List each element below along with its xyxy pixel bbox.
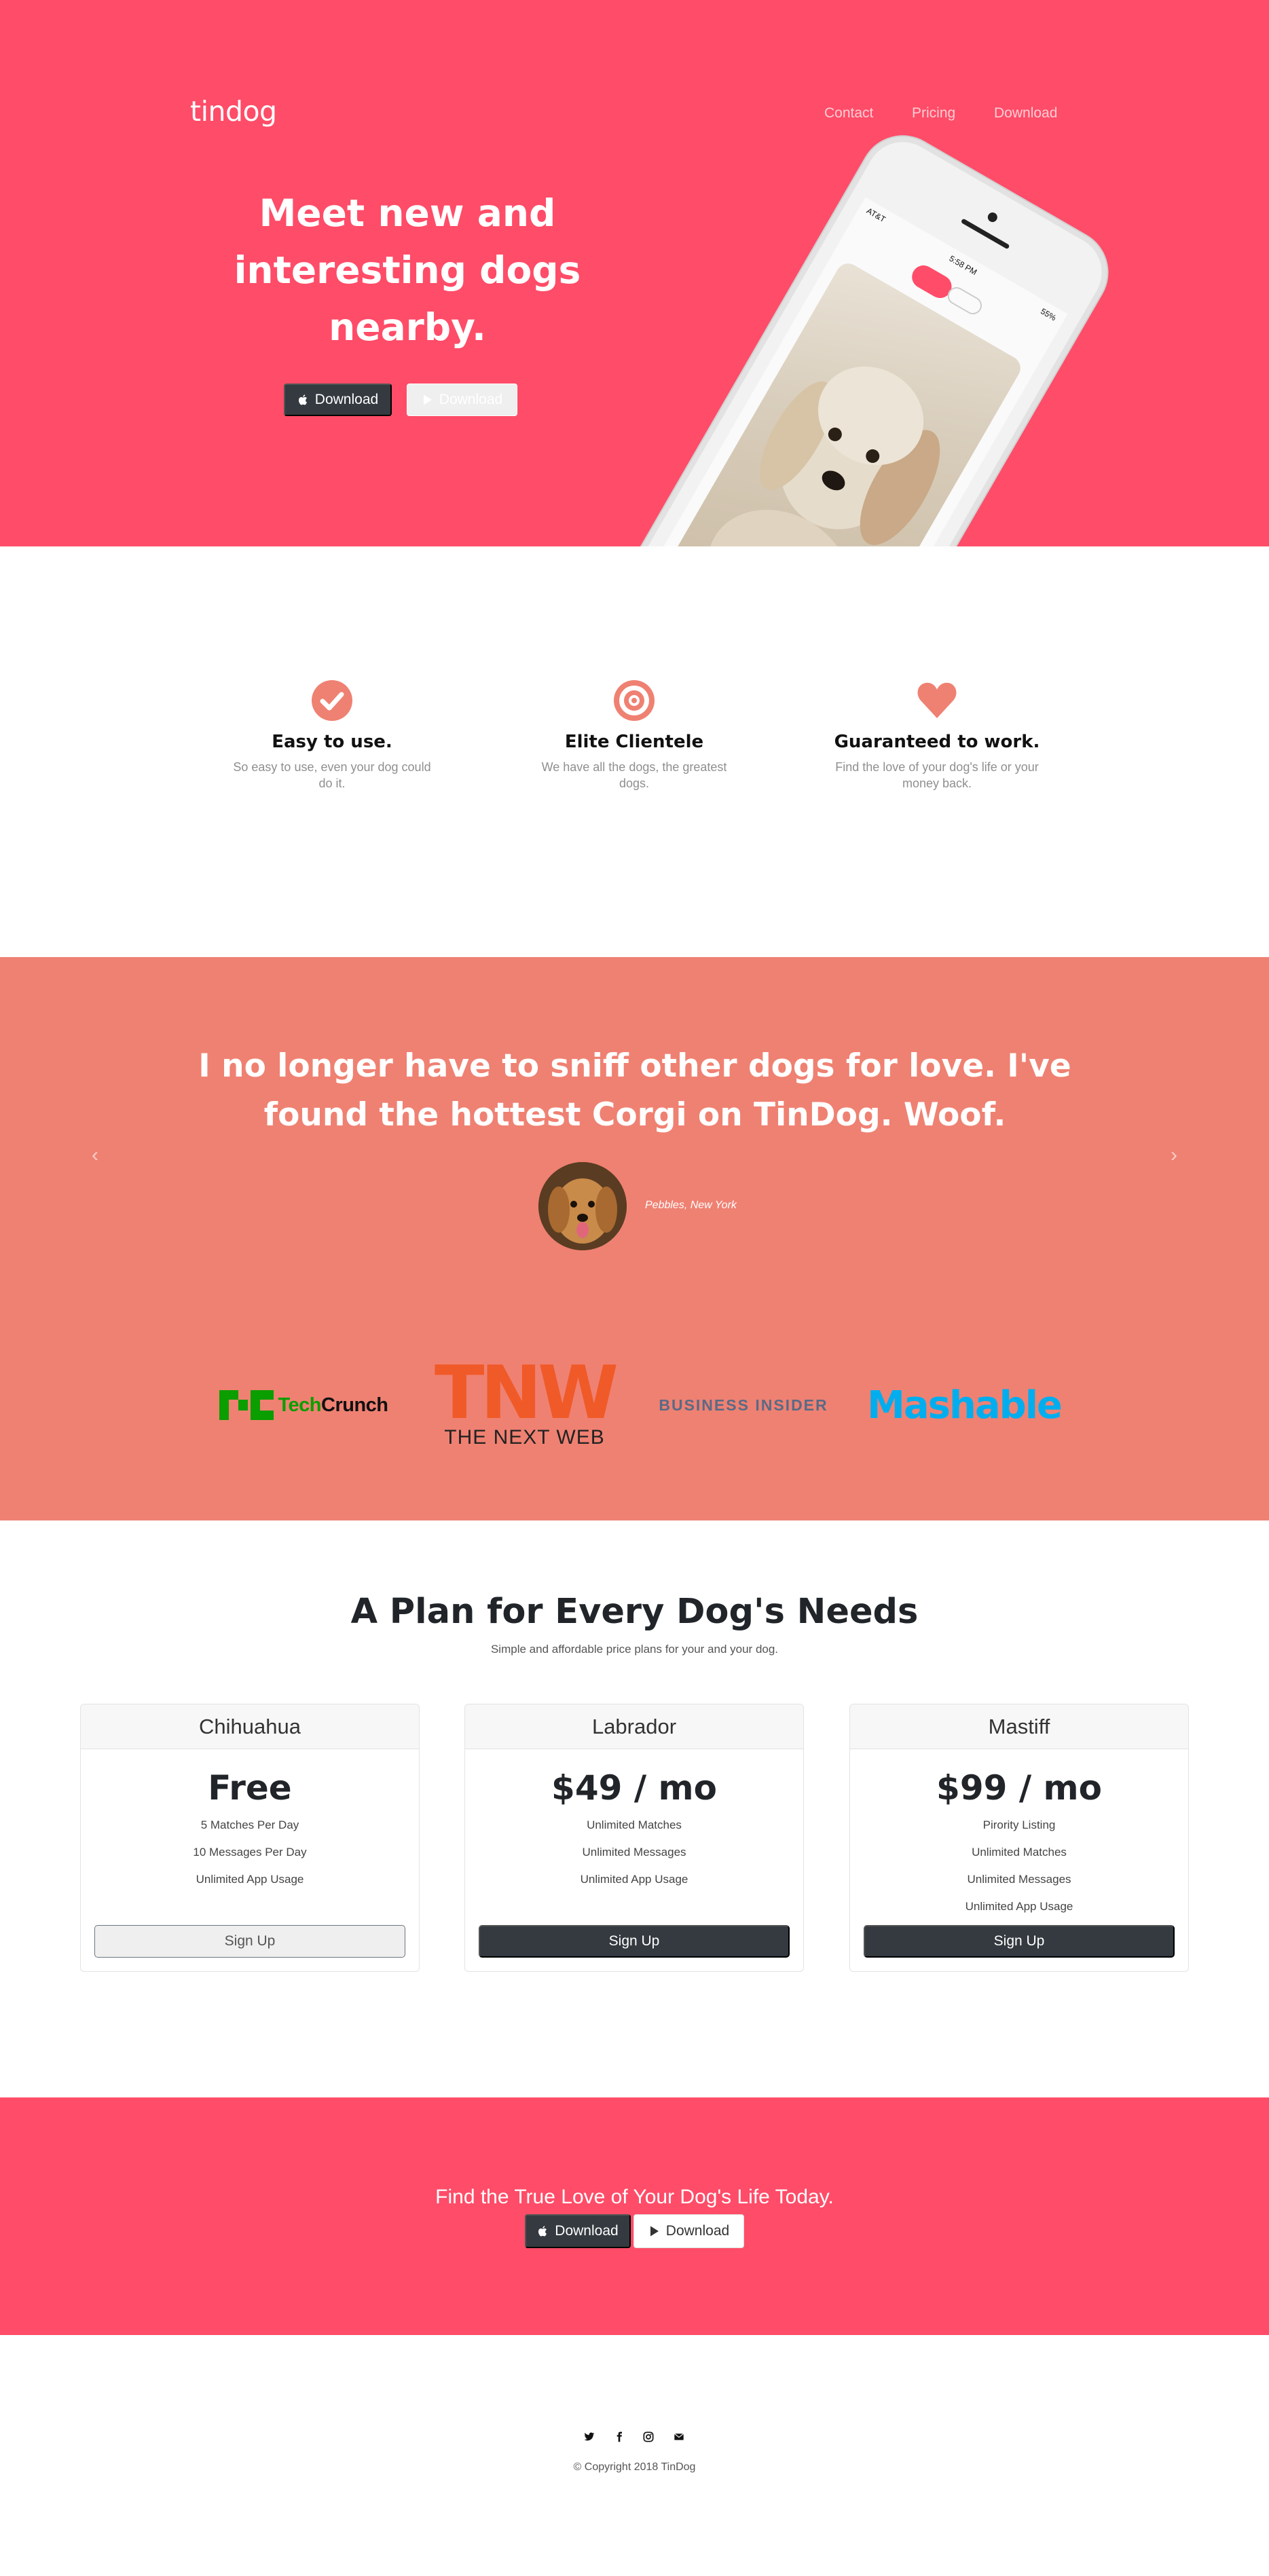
play-store-icon xyxy=(650,2226,659,2237)
press-logo-mashable: Mashable xyxy=(862,1358,1066,1453)
signup-button-mastiff[interactable]: Sign Up xyxy=(864,1925,1175,1958)
nav-link-contact[interactable]: Contact xyxy=(824,105,873,122)
plan-feature: Unlimited Messages xyxy=(582,1846,686,1859)
play-store-icon xyxy=(423,394,432,405)
cta-text: Find the True Love of Your Dog's Life To… xyxy=(435,2186,834,2208)
feature-title: Elite Clientele xyxy=(564,732,704,752)
brand-logo[interactable]: tindog xyxy=(190,95,277,128)
signup-button-chihuahua[interactable]: Sign Up xyxy=(94,1925,405,1958)
hero-download-play-button[interactable]: Download xyxy=(407,384,517,416)
techcrunch-wordmark: TechCrunch xyxy=(278,1394,388,1416)
feature-title: Easy to use. xyxy=(272,732,392,752)
check-circle-icon xyxy=(312,680,352,721)
plan-feature: Unlimited App Usage xyxy=(965,1900,1073,1913)
nav-link-pricing[interactable]: Pricing xyxy=(912,105,955,122)
plan-feature: 5 Matches Per Day xyxy=(200,1818,299,1831)
plan-price: $99 / mo xyxy=(936,1768,1102,1808)
cta-download-play-button[interactable]: Download xyxy=(633,2214,744,2248)
testimonial-avatar xyxy=(538,1162,627,1250)
feature-elite: Elite Clientele We have all the dogs, th… xyxy=(526,679,743,791)
phone-battery: 55% xyxy=(1039,306,1059,323)
signup-button-labrador[interactable]: Sign Up xyxy=(479,1925,790,1958)
plan-feature: Unlimited App Usage xyxy=(580,1873,688,1886)
business-insider-wordmark: BUSINESS INSIDER xyxy=(659,1396,828,1414)
carousel-prev-icon[interactable]: ‹ xyxy=(81,1144,109,1167)
testimonial-author: Pebbles, New York xyxy=(645,1199,737,1211)
apple-icon xyxy=(538,2226,547,2237)
phone-mockup: AT&T 5:58 PM 55% xyxy=(615,121,1123,546)
plan-feature: Pirority Listing xyxy=(982,1818,1056,1831)
pricing-card-labrador: Labrador $49 / mo Unlimited Matches Unli… xyxy=(464,1704,804,1972)
hero-download-apple-label: Download xyxy=(314,392,379,407)
bullseye-icon xyxy=(614,680,655,721)
apple-icon xyxy=(298,394,307,405)
pricing-title: A Plan for Every Dog's Needs xyxy=(350,1592,919,1632)
plan-feature: 10 Messages Per Day xyxy=(193,1846,307,1859)
instagram-icon[interactable] xyxy=(642,2430,655,2444)
cta-section: Find the True Love of Your Dog's Life To… xyxy=(0,2097,1269,2335)
press-logo-tnw: TNW THE NEXT WEB xyxy=(428,1351,621,1453)
hero-title: Meet new and interesting dogs nearby. xyxy=(234,191,581,349)
plan-name: Chihuahua xyxy=(81,1704,419,1749)
plan-feature: Unlimited Matches xyxy=(972,1846,1067,1859)
facebook-icon[interactable] xyxy=(612,2430,626,2444)
pricing-card-chihuahua: Chihuahua Free 5 Matches Per Day 10 Mess… xyxy=(80,1704,420,1972)
phone-speaker xyxy=(960,218,1010,250)
tnw-caption: THE NEXT WEB xyxy=(444,1426,605,1449)
plan-price: $49 / mo xyxy=(551,1768,717,1808)
feature-title: Guaranteed to work. xyxy=(834,732,1040,752)
phone-carrier: AT&T xyxy=(864,206,887,225)
feature-easy: Easy to use. So easy to use, even your d… xyxy=(223,679,441,791)
feature-text: Find the love of your dog's life or your… xyxy=(835,760,1039,790)
testimonials-section: ‹ › I no longer have to sniff other dogs… xyxy=(0,957,1269,1520)
plan-feature: Unlimited App Usage xyxy=(196,1873,304,1886)
phone-screen: AT&T 5:58 PM 55% xyxy=(648,197,1068,546)
cta-download-apple-label: Download xyxy=(555,2223,619,2239)
feature-guaranteed: Guaranteed to work. Find the love of you… xyxy=(828,679,1046,791)
plan-feature: Unlimited Messages xyxy=(967,1873,1071,1886)
testimonial-quote: I no longer have to sniff other dogs for… xyxy=(198,1047,1071,1134)
nav-link-download[interactable]: Download xyxy=(994,105,1057,122)
feature-text: We have all the dogs, the greatest dogs. xyxy=(541,760,727,790)
carousel-next-icon[interactable]: › xyxy=(1160,1144,1188,1167)
cta-download-apple-button[interactable]: Download xyxy=(525,2214,631,2248)
plan-name: Labrador xyxy=(465,1704,803,1749)
copyright-text: © Copyright 2018 TinDog xyxy=(573,2461,696,2473)
tnw-logo: TNW xyxy=(434,1351,619,1436)
feature-text: So easy to use, even your dog could do i… xyxy=(233,760,431,790)
app-toggle-secondary-icon xyxy=(944,284,985,318)
plan-price: Free xyxy=(208,1768,292,1808)
hero-download-play-label: Download xyxy=(439,392,503,407)
twitter-icon[interactable] xyxy=(583,2430,596,2444)
mashable-wordmark: Mashable xyxy=(867,1383,1063,1427)
envelope-icon[interactable] xyxy=(672,2430,686,2444)
phone-camera xyxy=(986,210,999,224)
pricing-card-mastiff: Mastiff $99 / mo Pirority Listing Unlimi… xyxy=(849,1704,1189,1972)
hero-section: tindog Contact Pricing Download Meet new… xyxy=(0,0,1269,546)
press-logo-techcrunch: TechCrunch xyxy=(207,1358,401,1453)
heart-icon xyxy=(917,682,957,718)
techcrunch-mark-icon xyxy=(219,1390,274,1420)
hero-download-apple-button[interactable]: Download xyxy=(284,384,392,416)
cta-download-play-label: Download xyxy=(665,2223,730,2239)
phone-time: 5:58 PM xyxy=(947,253,979,278)
dog-avatar-illustration xyxy=(538,1162,627,1250)
press-logo-business-insider: BUSINESS INSIDER xyxy=(655,1358,832,1453)
plan-name: Mastiff xyxy=(850,1704,1188,1749)
plan-feature: Unlimited Matches xyxy=(587,1818,682,1831)
pricing-subtitle: Simple and affordable price plans for yo… xyxy=(490,1643,779,1656)
